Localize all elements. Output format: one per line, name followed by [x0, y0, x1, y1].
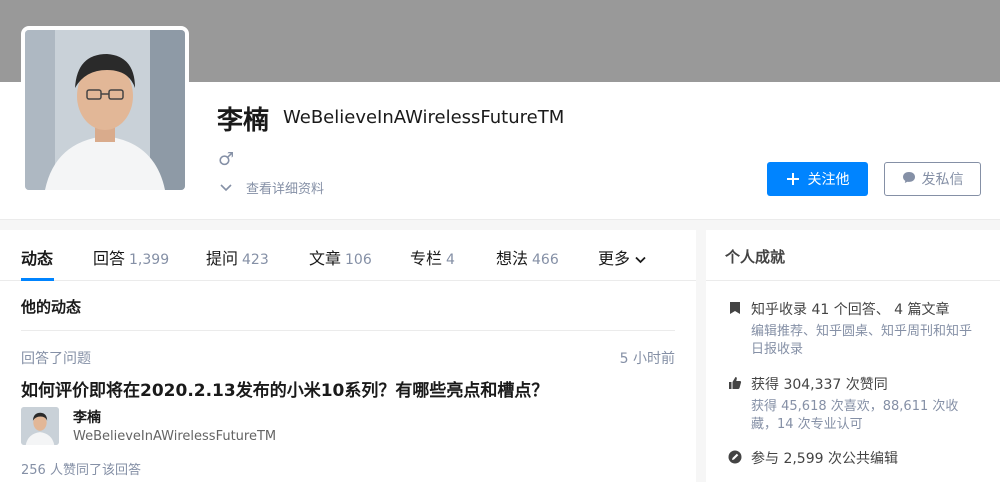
achievement-collected-detail: 编辑推荐、知乎圆桌、知乎周刊和知乎日报收录 [751, 324, 973, 357]
divider [706, 280, 1000, 281]
author-headline: WeBelieveInAWirelessFutureTM [73, 429, 277, 444]
achievements-title: 个人成就 [725, 248, 786, 266]
chat-bubble-icon [902, 171, 916, 188]
profile-headline: WeBelieveInAWirelessFutureTM [283, 107, 565, 128]
vote-count: 256 人赞同了该回答 [21, 463, 141, 478]
send-message-label: 发私信 [921, 172, 964, 188]
view-details-label: 查看详细资料 [246, 182, 325, 197]
feed-action: 回答了问题 [21, 351, 91, 367]
achievement-collected: 知乎收录 41 个回答、 4 篇文章 [751, 302, 950, 318]
achievement-upvotes-detail: 获得 45,618 次喜欢，88,611 次收藏，14 次专业认可 [751, 399, 959, 432]
tab-label: 专栏 [410, 249, 443, 268]
tab-count: 106 [345, 252, 372, 268]
follow-button[interactable]: 关注他 [767, 162, 868, 196]
feed-timestamp: 5 小时前 [619, 351, 675, 367]
thumbs-up-icon [728, 375, 742, 389]
tab-columns[interactable]: 专栏 4 [410, 245, 455, 269]
chevron-down-icon [220, 181, 232, 195]
tab-articles[interactable]: 文章 106 [309, 245, 372, 269]
tab-label: 想法 [496, 249, 529, 268]
author-avatar[interactable] [21, 407, 59, 445]
plus-icon [786, 169, 800, 189]
achievement-edits: 参与 2,599 次公共编辑 [751, 451, 898, 467]
send-message-button[interactable]: 发私信 [884, 162, 981, 196]
tab-label: 动态 [21, 249, 54, 268]
profile-tabs: 动态 回答 1,399 提问 423 文章 106 专栏 4 想法 466 更多 [0, 230, 696, 281]
achievements-card: 个人成就 知乎收录 41 个回答、 4 篇文章 编辑推荐、知乎圆桌、知乎周刊和知… [706, 230, 1000, 482]
tab-count: 4 [446, 252, 455, 268]
tab-count: 423 [242, 252, 269, 268]
tab-label: 回答 [93, 249, 126, 268]
tab-label: 更多 [598, 249, 631, 268]
divider [21, 330, 675, 331]
activity-card: 动态 回答 1,399 提问 423 文章 106 专栏 4 想法 466 更多 他的动态… [0, 230, 696, 482]
profile-name: 李楠 [217, 106, 270, 136]
author-name-link[interactable]: 李楠 [73, 407, 101, 427]
tab-answers[interactable]: 回答 1,399 [93, 245, 169, 269]
chevron-down-icon [635, 249, 646, 268]
tab-label: 文章 [309, 249, 342, 268]
tab-count: 466 [532, 252, 559, 268]
achievement-upvotes: 获得 304,337 次赞同 [751, 377, 888, 393]
tab-questions[interactable]: 提问 423 [206, 245, 269, 269]
bookmark-icon [728, 300, 742, 314]
male-icon: ♂ [218, 149, 235, 170]
question-title-link[interactable]: 如何评价即将在2020.2.13发布的小米10系列？有哪些亮点和槽点？ [21, 376, 548, 401]
section-title: 他的动态 [21, 298, 82, 316]
tab-thoughts[interactable]: 想法 466 [496, 245, 559, 269]
tab-more[interactable]: 更多 [598, 245, 646, 269]
tab-activity[interactable]: 动态 [21, 245, 53, 269]
tab-label: 提问 [206, 249, 239, 268]
follow-label: 关注他 [807, 172, 850, 188]
edit-icon [728, 449, 742, 464]
active-tab-indicator [21, 278, 54, 281]
profile-avatar[interactable] [21, 26, 189, 194]
tab-count: 1,399 [129, 252, 170, 268]
view-details-toggle[interactable]: 查看详细资料 [220, 178, 324, 197]
